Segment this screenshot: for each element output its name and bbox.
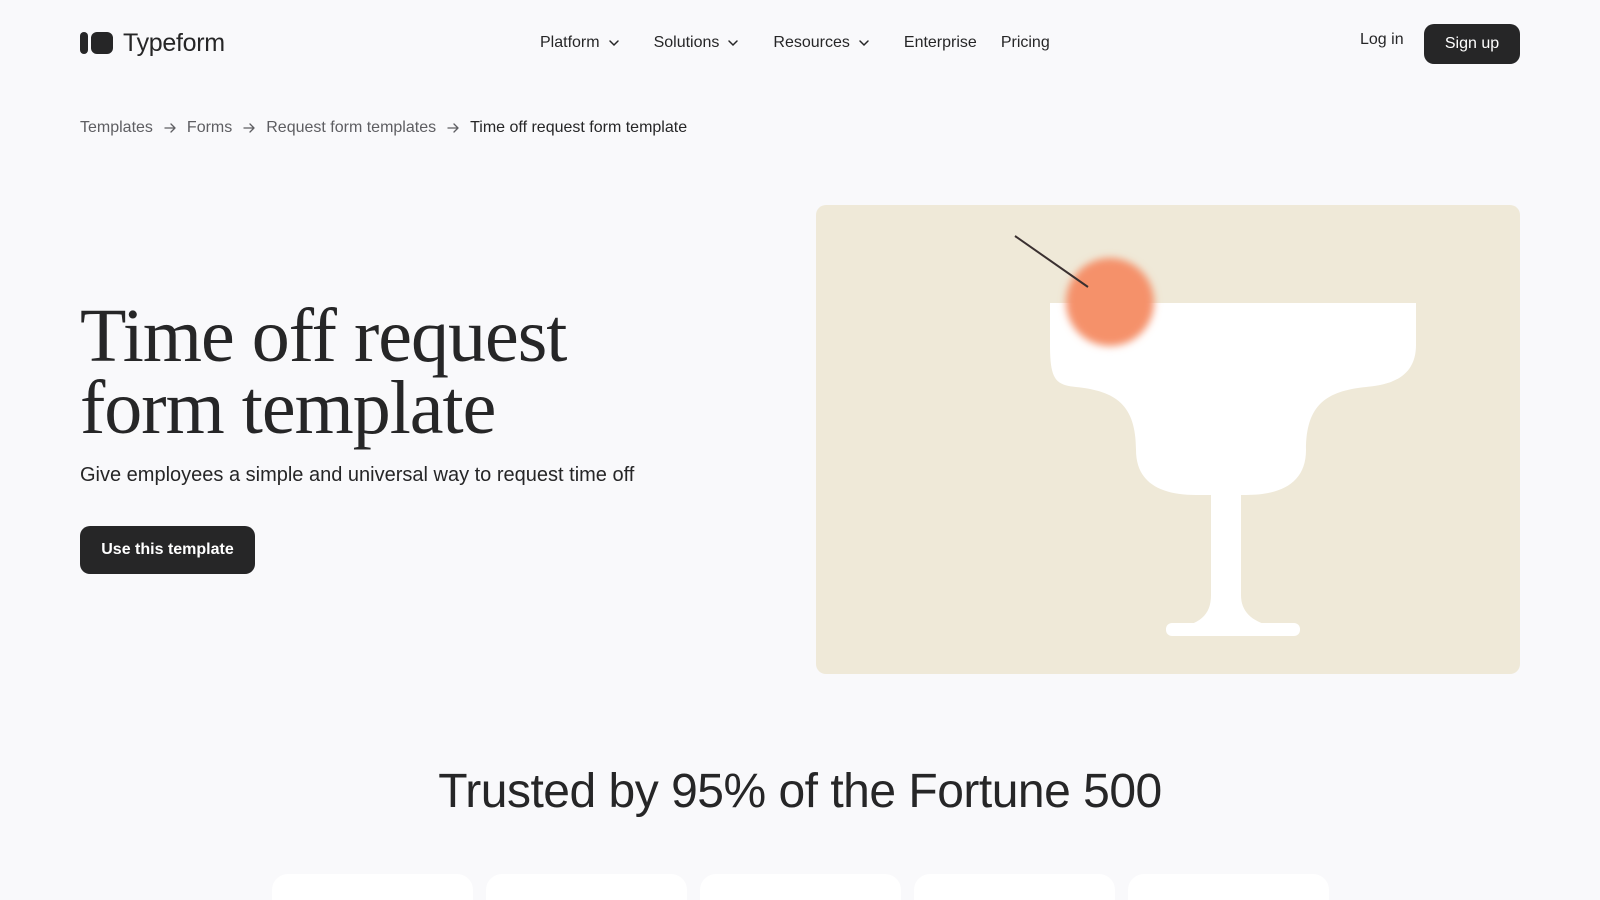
- nav-enterprise[interactable]: Enterprise: [904, 34, 977, 52]
- breadcrumb-request-form-templates[interactable]: Request form templates: [266, 119, 436, 137]
- chevron-down-icon: [728, 40, 739, 47]
- breadcrumb-current-page: Time off request form template: [470, 119, 688, 136]
- main-nav: Platform Solutions Resources Enterprise …: [540, 30, 1074, 56]
- cocktail-glass-illustration: [1014, 235, 1416, 636]
- page-subtitle: Give employees a simple and universal wa…: [80, 464, 635, 486]
- customer-logo-card: [914, 874, 1115, 900]
- site-header: Typeform Platform Solutions Resources En…: [0, 0, 1600, 86]
- use-template-button[interactable]: Use this template: [80, 526, 255, 574]
- chevron-down-icon: [608, 40, 619, 47]
- chevron-down-icon: [859, 40, 869, 47]
- arrow-right-icon: [243, 123, 255, 133]
- typeform-logo-icon: [80, 32, 113, 54]
- nav-pricing[interactable]: Pricing: [1001, 34, 1050, 52]
- login-link[interactable]: Log in: [1360, 31, 1404, 49]
- nav-platform-label: Platform: [540, 34, 600, 51]
- breadcrumb: Templates Forms Request form templates T…: [80, 119, 687, 137]
- typeform-logo[interactable]: Typeform: [80, 26, 225, 60]
- customer-logo-card: [700, 874, 901, 900]
- template-preview-image: [816, 205, 1520, 674]
- cherry-shape: [1066, 258, 1154, 346]
- page-title: Time off request form template: [80, 298, 720, 446]
- nav-solutions[interactable]: Solutions: [654, 34, 740, 52]
- arrow-right-icon: [164, 123, 176, 133]
- arrow-right-icon: [447, 123, 459, 133]
- brand-name: Typeform: [123, 28, 225, 57]
- customer-logo-card: [272, 874, 473, 900]
- trusted-heading: Trusted by 95% of the Fortune 500: [438, 765, 1162, 818]
- nav-platform[interactable]: Platform: [540, 34, 620, 52]
- customer-logo-card: [486, 874, 687, 900]
- nav-enterprise-label: Enterprise: [903, 34, 977, 51]
- nav-pricing-label: Pricing: [1000, 34, 1050, 51]
- nav-solutions-label: Solutions: [653, 34, 720, 51]
- nav-resources-label: Resources: [773, 34, 850, 51]
- customer-logos-row: [272, 874, 1329, 900]
- customer-logo-card: [1128, 874, 1329, 900]
- page-title-line-2: form template: [80, 366, 496, 450]
- breadcrumb-templates[interactable]: Templates: [80, 119, 153, 137]
- signup-button[interactable]: Sign up: [1424, 24, 1520, 64]
- breadcrumb-forms[interactable]: Forms: [187, 119, 232, 137]
- nav-resources[interactable]: Resources: [773, 34, 869, 52]
